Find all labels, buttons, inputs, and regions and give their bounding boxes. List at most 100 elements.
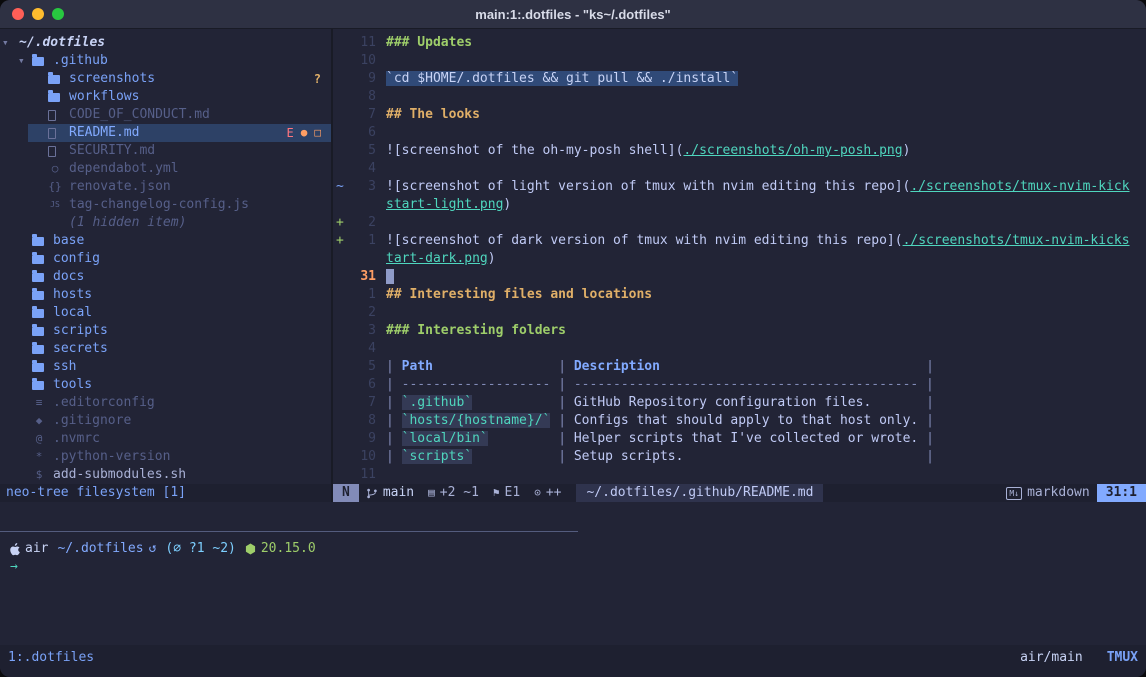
git-sign: +	[333, 232, 349, 250]
buffer-line[interactable]: 5![screenshot of the oh-my-posh shell](.…	[333, 142, 1146, 160]
tree-item-label: config	[53, 250, 100, 268]
sign-column	[333, 304, 349, 322]
buffer-line[interactable]: 7## The looks	[333, 106, 1146, 124]
buffer-line[interactable]: 5| Path | Description |	[333, 358, 1146, 376]
line-number: 4	[349, 160, 376, 178]
buffer-line[interactable]: +2	[333, 214, 1146, 232]
text-segment: ./screenshots/tmux-nvim-kick	[910, 179, 1129, 194]
text-segment: |	[386, 377, 402, 392]
close-button[interactable]	[12, 8, 24, 20]
tree-item-dependabot.yml[interactable]: ○dependabot.yml	[0, 160, 331, 178]
buffer-line[interactable]: 10| `scripts` | Setup scripts. |	[333, 448, 1146, 466]
text-segment: ./screenshots/tmux-nvim-kicks	[903, 233, 1130, 248]
line-text	[386, 160, 1146, 178]
tree-item-label: ssh	[53, 358, 76, 376]
tree-item-hosts[interactable]: hosts	[0, 286, 331, 304]
git-segment: (⌀ ?1 ~2)	[165, 540, 235, 558]
line-text: | `hosts/{hostname}/` | Configs that sho…	[386, 412, 1146, 430]
shell-input-line[interactable]: →	[10, 558, 1136, 576]
line-text: | ------------------- | ----------------…	[386, 376, 1146, 394]
tree-item-scripts[interactable]: scripts	[0, 322, 331, 340]
buffer-line[interactable]: 6| ------------------- | ---------------…	[333, 376, 1146, 394]
editor-buffer[interactable]: 11### Updates109`cd $HOME/.dotfiles && g…	[333, 29, 1146, 484]
buffer-line[interactable]: 9`cd $HOME/.dotfiles && git pull && ./in…	[333, 70, 1146, 88]
line-number: 2	[349, 304, 376, 322]
markdown-icon: M↓	[1006, 487, 1022, 500]
tree-item-workflows[interactable]: workflows	[0, 88, 331, 106]
tree-item-renovate.json[interactable]: {}renovate.json	[0, 178, 331, 196]
text-segment	[472, 395, 558, 410]
text-segment: |	[918, 377, 934, 392]
file-path: ~/.dotfiles/.github/README.md	[576, 484, 823, 502]
tree-item-.python-version[interactable]: *.python-version	[0, 448, 331, 466]
tree-item-label: hosts	[53, 286, 92, 304]
tree-item-.gitignore[interactable]: ◆.gitignore	[0, 412, 331, 430]
sign-column	[333, 286, 349, 304]
tree-item-screenshots[interactable]: screenshots?	[0, 70, 331, 88]
tree-item-local[interactable]: local	[0, 304, 331, 322]
folder-icon-shape	[32, 381, 44, 390]
zoom-button[interactable]	[52, 8, 64, 20]
tree-item-add-submodules.sh[interactable]: $add-submodules.sh	[0, 466, 331, 484]
chevron-down-icon[interactable]: ▾	[0, 34, 16, 52]
neotree-statusline: neo-tree filesystem [1]	[0, 484, 331, 502]
tree-item-.dotfiles[interactable]: ▾~/.dotfiles	[0, 34, 331, 52]
tree-item-secrets[interactable]: secrets	[0, 340, 331, 358]
chevron-down-icon[interactable]: ▾	[16, 52, 32, 70]
tree-item-readme.md[interactable]: README.mdE●□	[0, 124, 331, 142]
tree-item-.github[interactable]: ▾.github	[0, 52, 331, 70]
line-number: 5	[349, 142, 376, 160]
buffer-line[interactable]: 8| `hosts/{hostname}/` | Configs that sh…	[333, 412, 1146, 430]
node-version: 20.15.0	[261, 540, 316, 558]
minimize-button[interactable]	[32, 8, 44, 20]
buffer-line[interactable]: 11### Updates	[333, 34, 1146, 52]
shell-prompt: air ~/.dotfiles ↺ (⌀ ?1 ~2) 20.15.0	[10, 540, 1136, 558]
buffer-line[interactable]: 4	[333, 340, 1146, 358]
tree-item-1-hidden-item[interactable]: (1 hidden item)	[0, 214, 331, 232]
buffer-line[interactable]: 4	[333, 160, 1146, 178]
tree-item-config[interactable]: config	[0, 250, 331, 268]
buffer-line[interactable]: +1![screenshot of dark version of tmux w…	[333, 232, 1146, 250]
diamond-glyph: ◆	[32, 412, 46, 430]
text-segment: `local/bin`	[402, 431, 488, 446]
pane-border-line	[0, 531, 578, 532]
titlebar: main:1:.dotfiles - "ks~/.dotfiles"	[0, 0, 1146, 29]
node-hexagon-icon	[245, 543, 256, 555]
buffer-line[interactable]: ~3![screenshot of light version of tmux …	[333, 178, 1146, 196]
line-text	[386, 124, 1146, 142]
diff-icon: ▤	[428, 484, 435, 502]
shell-pane[interactable]: air ~/.dotfiles ↺ (⌀ ?1 ~2) 20.15.0 →	[0, 533, 1146, 645]
tree-item-ssh[interactable]: ssh	[0, 358, 331, 376]
indent	[0, 151, 32, 152]
tree-item-tools[interactable]: tools	[0, 376, 331, 394]
tree-item-code-of-conduct.md[interactable]: CODE_OF_CONDUCT.md	[0, 106, 331, 124]
indent	[0, 277, 16, 278]
tree-item-.nvmrc[interactable]: @.nvmrc	[0, 430, 331, 448]
buffer-line[interactable]: 7| `.github` | GitHub Repository configu…	[333, 394, 1146, 412]
tree-item-tag-changelog-config.js[interactable]: JStag-changelog-config.js	[0, 196, 331, 214]
circle-icon: ○	[48, 160, 66, 178]
buffer-line[interactable]: 10	[333, 52, 1146, 70]
buffer-line[interactable]: 6	[333, 124, 1146, 142]
js-icon: JS	[48, 196, 66, 214]
buffer-line[interactable]: 31	[333, 268, 1146, 286]
text-segment: )	[503, 197, 511, 212]
tree-item-docs[interactable]: docs	[0, 268, 331, 286]
buffer-line[interactable]: 3### Interesting folders	[333, 322, 1146, 340]
buffer-line[interactable]: start-light.png)	[333, 196, 1146, 214]
buffer-line[interactable]: 8	[333, 88, 1146, 106]
line-number: 8	[349, 88, 376, 106]
buffer-line[interactable]: 11	[333, 466, 1146, 484]
tmux-window-tab[interactable]: 1:.dotfiles	[8, 650, 94, 665]
buffer-line[interactable]: tart-dark.png)	[333, 250, 1146, 268]
buffer-line[interactable]: 2	[333, 304, 1146, 322]
line-number: 6	[349, 124, 376, 142]
tree-item-base[interactable]: base	[0, 232, 331, 250]
diff-counts: +2 ~1	[440, 484, 479, 502]
tmux-pane-border[interactable]	[0, 531, 1146, 533]
tree-item-.editorconfig[interactable]: ≡.editorconfig	[0, 394, 331, 412]
buffer-line[interactable]: 9| `local/bin` | Helper scripts that I'v…	[333, 430, 1146, 448]
tree-item-security.md[interactable]: SECURITY.md	[0, 142, 331, 160]
buffer-line[interactable]: 1## Interesting files and locations	[333, 286, 1146, 304]
file-tree[interactable]: ▾~/.dotfiles▾.githubscreenshots?workflow…	[0, 29, 331, 484]
